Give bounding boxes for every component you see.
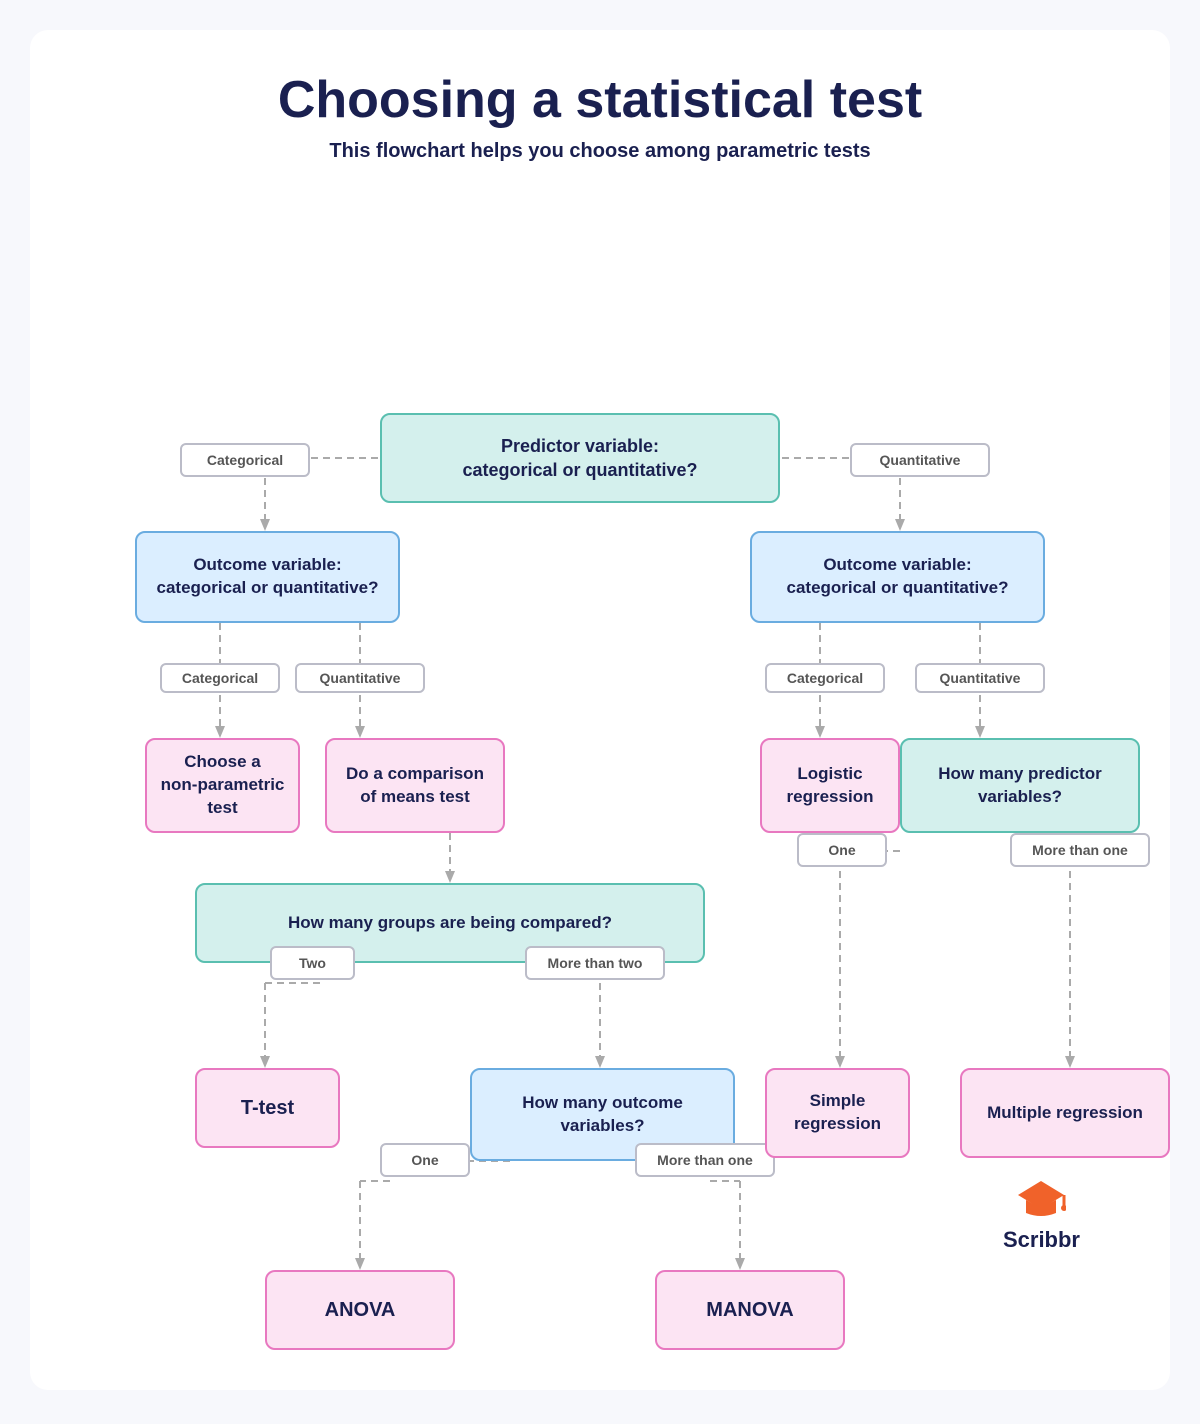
categorical-left-label: Categorical [160, 663, 280, 693]
more-than-two-label: More than two [525, 946, 665, 980]
outcome-left-box: Outcome variable: categorical or quantit… [135, 531, 400, 623]
one-lower-label: One [380, 1143, 470, 1177]
quantitative-left-label: Quantitative [295, 663, 425, 693]
simple-regression-box: Simple regression [765, 1068, 910, 1158]
quantitative-right-label: Quantitative [915, 663, 1045, 693]
comparison-means-box: Do a comparison of means test [325, 738, 505, 833]
scribbr-text: Scribbr [1003, 1227, 1080, 1253]
scribbr-logo: Scribbr [1003, 1173, 1080, 1253]
categorical-top-label: Categorical [180, 443, 310, 477]
logistic-regression-box: Logistic regression [760, 738, 900, 833]
multiple-regression-box: Multiple regression [960, 1068, 1170, 1158]
outcome-right-box: Outcome variable: categorical or quantit… [750, 531, 1045, 623]
quantitative-top-label: Quantitative [850, 443, 990, 477]
one-right-label: One [797, 833, 887, 867]
more-than-one-lower-label: More than one [635, 1143, 775, 1177]
page-title: Choosing a statistical test [80, 70, 1120, 130]
how-many-predictor-box: How many predictor variables? [900, 738, 1140, 833]
scribbr-icon [1016, 1173, 1066, 1223]
t-test-box: T-test [195, 1068, 340, 1148]
page-subtitle: This flowchart helps you choose among pa… [80, 140, 1120, 163]
more-than-one-right-label: More than one [1010, 833, 1150, 867]
categorical-right-label: Categorical [765, 663, 885, 693]
predictor-box: Predictor variable: categorical or quant… [380, 413, 780, 503]
anova-box: ANOVA [265, 1270, 455, 1350]
non-parametric-box: Choose a non-parametric test [145, 738, 300, 833]
manova-box: MANOVA [655, 1270, 845, 1350]
two-label: Two [270, 946, 355, 980]
